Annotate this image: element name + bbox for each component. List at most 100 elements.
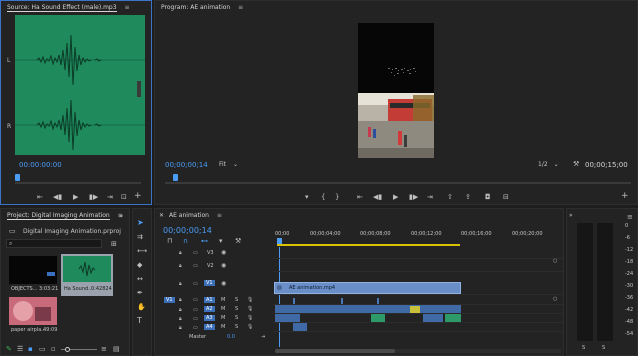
type-tool-icon[interactable]: T — [137, 317, 142, 325]
track-name[interactable]: A1 — [204, 297, 215, 303]
work-area-bar[interactable] — [277, 244, 460, 246]
track-select-icon[interactable]: ⇉ — [137, 233, 143, 241]
go-to-in-icon[interactable]: ⇤ — [37, 193, 43, 201]
track-name[interactable]: A3 — [204, 315, 215, 321]
project-item-ha-sound[interactable]: Ha Sound... 0:42824 — [61, 254, 113, 296]
mute-button[interactable]: M — [221, 324, 225, 330]
track-lane-v2[interactable] — [273, 260, 563, 272]
panel-overflow-button[interactable]: » — [569, 212, 573, 219]
track-name[interactable]: V3 — [207, 250, 214, 256]
lock-icon[interactable]: 🔒︎ — [179, 324, 182, 332]
wrench-icon[interactable]: ⚒ — [235, 237, 241, 245]
timeline-title[interactable]: AE animation ≡ — [169, 212, 222, 219]
zoom-out-icon[interactable]: ▫ — [51, 345, 56, 353]
close-icon[interactable]: ✕ — [159, 212, 164, 219]
program-playhead[interactable] — [173, 174, 178, 181]
lock-icon[interactable]: 🔒︎ — [179, 249, 182, 257]
resolution-dropdown[interactable]: 1/2 ⌄ — [538, 161, 559, 168]
audio-clip[interactable] — [371, 314, 385, 322]
video-clip[interactable]: ▨ AE animation.mp4 — [274, 282, 461, 294]
razor-icon[interactable]: ◆ — [137, 261, 142, 269]
mark-out-icon[interactable]: } — [335, 193, 339, 201]
fit-dropdown[interactable]: Fit ⌄ — [219, 161, 238, 168]
sync-lock-icon[interactable]: ▭ — [193, 249, 198, 257]
solo-button[interactable]: S — [235, 297, 238, 303]
project-item-objects[interactable]: OBJECTS... 3:03:21 — [9, 256, 58, 294]
track-lane-a2[interactable] — [273, 305, 563, 314]
list-view-icon[interactable]: ☰ — [17, 345, 23, 353]
source-scrollbar[interactable] — [137, 81, 141, 97]
track-lane-a4[interactable] — [273, 323, 563, 332]
track-lane-v3[interactable] — [273, 247, 563, 259]
go-to-out-icon[interactable]: ⇥ — [107, 193, 113, 201]
sync-lock-icon[interactable]: ▭ — [193, 296, 198, 304]
mute-button[interactable]: M — [221, 297, 225, 303]
eye-icon[interactable]: ◉ — [221, 280, 226, 288]
mute-button[interactable]: M — [221, 315, 225, 321]
audio-clip[interactable] — [293, 298, 295, 304]
comparison-view-icon[interactable]: ⊟ — [503, 193, 509, 201]
nest-icon[interactable]: ⊓ — [167, 237, 172, 245]
add-marker-icon[interactable]: ▾ — [305, 193, 309, 201]
scroll-right-icon[interactable]: ○ — [553, 257, 557, 265]
sync-lock-icon[interactable]: ▭ — [193, 324, 198, 332]
play-icon[interactable]: ▶ — [393, 193, 398, 201]
lock-icon[interactable]: 🔒︎ — [179, 280, 182, 288]
eye-icon[interactable]: ◉ — [221, 262, 226, 270]
sync-lock-icon[interactable]: ▭ — [193, 280, 198, 288]
project-search-input[interactable]: ⌕ — [6, 239, 102, 248]
project-item-paper-airplane[interactable]: paper airpla... 49:09 — [9, 297, 57, 335]
add-marker-icon[interactable]: ▾ — [219, 237, 223, 245]
track-lane-a1[interactable] — [273, 296, 563, 305]
step-forward-icon[interactable]: ▮▶ — [89, 193, 98, 201]
hamburger-icon[interactable]: ≡ — [217, 212, 222, 219]
lock-icon[interactable]: 🔒︎ — [179, 306, 182, 314]
microphone-icon[interactable]: 🎙︎ — [247, 323, 253, 331]
linked-selection-icon[interactable]: ⊷ — [201, 237, 208, 245]
audio-clip[interactable] — [377, 298, 379, 304]
lift-icon[interactable]: ⇧ — [447, 193, 453, 201]
selection-tool-icon[interactable]: ➤ — [137, 219, 144, 227]
solo-button[interactable]: S — [235, 306, 238, 312]
audio-clip[interactable] — [341, 298, 343, 304]
master-track-lane[interactable] — [273, 333, 563, 343]
scroll-right-icon[interactable]: ○ — [553, 295, 557, 303]
waveform-area[interactable]: L R — [7, 15, 145, 155]
extract-icon[interactable]: ⇪ — [465, 193, 471, 201]
timeline-playhead[interactable] — [277, 238, 282, 244]
sort-icon[interactable]: ≡ — [101, 345, 107, 353]
add-button-icon[interactable]: + — [134, 192, 142, 201]
audio-clip[interactable] — [275, 305, 461, 313]
panel-overflow-button[interactable]: » — [119, 212, 123, 220]
audio-clip[interactable] — [293, 323, 307, 331]
add-button-icon[interactable]: + — [621, 192, 629, 201]
source-timecode[interactable]: 00:00:00:00 — [19, 161, 62, 169]
sync-lock-icon[interactable]: ▭ — [193, 306, 198, 314]
lock-icon[interactable]: 🔒︎ — [179, 315, 182, 323]
hamburger-icon[interactable]: ≡ — [627, 213, 633, 221]
step-forward-icon[interactable]: ▮▶ — [409, 193, 418, 201]
solo-right-button[interactable]: S — [602, 345, 605, 351]
audio-clip[interactable] — [423, 314, 443, 322]
mark-in-icon[interactable]: { — [321, 193, 325, 201]
track-name[interactable]: V1 — [204, 280, 215, 286]
export-frame-icon[interactable]: ⊡ — [121, 193, 127, 201]
mute-button[interactable]: M — [221, 306, 225, 312]
new-bin-icon[interactable]: ⊞ — [111, 240, 117, 248]
timeline-ruler[interactable]: 00;00 00;00;04;00 00;00;08;00 00;00;12;0… — [275, 229, 563, 247]
hamburger-icon[interactable]: ≡ — [238, 4, 243, 11]
audio-clip[interactable] — [410, 306, 420, 313]
track-name[interactable]: V2 — [207, 263, 214, 269]
timeline-scrollbar[interactable] — [275, 349, 561, 353]
icon-view-icon[interactable]: ▪ — [28, 345, 33, 353]
pen-tool-icon[interactable]: ✒ — [137, 289, 143, 297]
pencil-icon[interactable]: ✎ — [6, 345, 12, 353]
go-to-out-icon[interactable]: ⇥ — [427, 193, 433, 201]
program-panel-title[interactable]: Program: AE animation ≡ — [161, 4, 243, 11]
lock-icon[interactable]: 🔒︎ — [179, 296, 182, 304]
hand-tool-icon[interactable]: ✋ — [137, 303, 146, 311]
audio-clip[interactable] — [445, 314, 461, 322]
eye-icon[interactable]: ◉ — [221, 249, 226, 257]
ripple-edit-icon[interactable]: ⟷ — [137, 247, 147, 255]
play-icon[interactable]: ▶ — [73, 193, 78, 201]
